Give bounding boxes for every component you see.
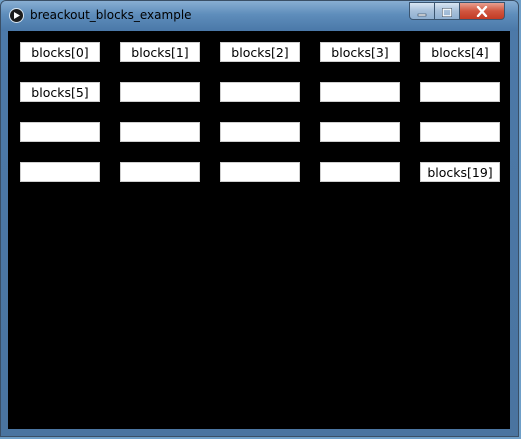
- block-15: [20, 162, 100, 182]
- close-button[interactable]: [459, 2, 505, 20]
- block-10: [20, 122, 100, 142]
- game-canvas[interactable]: blocks[0] blocks[1] blocks[2] blocks[3] bloc…: [8, 31, 510, 429]
- block-3: blocks[3]: [320, 42, 400, 62]
- block-18: [320, 162, 400, 182]
- block-5: blocks[5]: [20, 82, 100, 102]
- block-17: [220, 162, 300, 182]
- app-play-icon: [9, 8, 24, 23]
- window-title: breackout_blocks_example: [30, 8, 192, 22]
- maximize-icon: [442, 2, 452, 21]
- block-6: [120, 82, 200, 102]
- block-0: blocks[0]: [20, 42, 100, 62]
- maximize-button[interactable]: [434, 2, 460, 20]
- close-icon: [476, 2, 488, 21]
- block-1: blocks[1]: [120, 42, 200, 62]
- block-7: [220, 82, 300, 102]
- block-2: blocks[2]: [220, 42, 300, 62]
- block-9: [420, 82, 500, 102]
- block-8: [320, 82, 400, 102]
- minimize-button[interactable]: [409, 2, 435, 20]
- block-13: [320, 122, 400, 142]
- block-12: [220, 122, 300, 142]
- block-14: [420, 122, 500, 142]
- block-16: [120, 162, 200, 182]
- block-11: [120, 122, 200, 142]
- title-bar[interactable]: breackout_blocks_example: [1, 1, 518, 31]
- app-window: breackout_blocks_example blocks[0] blocks…: [0, 0, 519, 437]
- block-4: blocks[4]: [420, 42, 500, 62]
- minimize-icon: [417, 2, 427, 21]
- block-19: blocks[19]: [420, 162, 500, 182]
